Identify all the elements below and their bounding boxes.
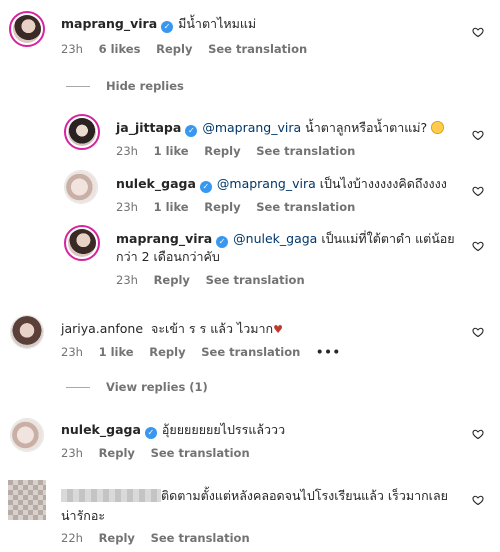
heart-icon[interactable] [472,26,484,38]
heart-icon[interactable] [472,129,484,141]
likes-count[interactable]: 1 like [99,345,134,359]
divider-line [66,86,90,87]
comment-text: อุ้ยยยยยยยไปรรแล้ววว [161,422,286,437]
reply-button[interactable]: Reply [154,273,190,287]
avatar[interactable] [64,225,100,261]
heart-icon[interactable] [472,185,484,197]
comment-text: มีน้ำตาไหมแม่ [178,16,257,31]
hide-replies-button[interactable]: Hide replies [66,79,184,93]
more-icon[interactable]: ••• [316,345,341,359]
see-translation-button[interactable]: See translation [256,144,355,158]
comment-text: น้ำตาลูกหรือน้ำตาแม่? [305,120,428,135]
verified-icon: ✓ [161,21,174,33]
timestamp: 22h [61,531,83,545]
username[interactable]: maprang_vira [116,231,212,246]
verified-icon: ✓ [185,125,198,137]
reply-button[interactable]: Reply [149,345,185,359]
see-translation-button[interactable]: See translation [151,531,250,545]
timestamp: 23h [116,200,138,214]
mention-link[interactable]: @maprang_vira [202,120,301,135]
username[interactable]: jariya.anfone [61,321,143,336]
timestamp: 23h [116,144,138,158]
hide-replies-label[interactable]: Hide replies [106,79,184,93]
username[interactable]: ja_jittapa [116,120,181,135]
see-translation-button[interactable]: See translation [256,200,355,214]
username[interactable]: nulek_gaga [116,176,196,191]
mention-link[interactable]: @nulek_gaga [233,231,317,246]
redacted-username [61,489,161,502]
timestamp: 23h [61,446,83,460]
username[interactable]: nulek_gaga [61,422,141,437]
verified-icon: ✓ [144,427,157,439]
see-translation-button[interactable]: See translation [201,345,300,359]
username[interactable]: maprang_vira [61,16,157,31]
avatar[interactable] [10,315,44,349]
reply-button[interactable]: Reply [99,446,135,460]
likes-count[interactable]: 6 likes [99,42,141,56]
avatar[interactable] [64,170,98,204]
likes-count[interactable]: 1 like [154,144,189,158]
reply-button[interactable]: Reply [99,531,135,545]
heart-icon[interactable] [472,494,484,506]
heart-icon[interactable] [472,240,484,252]
heart-emoji-icon: ♥ [273,323,283,336]
avatar[interactable] [10,418,44,452]
timestamp: 23h [116,273,138,287]
mention-link[interactable]: @maprang_vira [217,176,316,191]
reply-button[interactable]: Reply [204,200,240,214]
see-translation-button[interactable]: See translation [206,273,305,287]
likes-count[interactable]: 1 like [154,200,189,214]
avatar[interactable] [64,114,100,150]
timestamp: 23h [61,42,83,56]
verified-icon: ✓ [216,236,229,248]
see-translation-button[interactable]: See translation [208,42,307,56]
view-replies-button[interactable]: View replies (1) [66,380,208,394]
comment-text: จะเข้า ร ร แล้ว ไวมาก [151,321,274,336]
comment-text: เป็นไงบ้างงงงงคิดถึงงงง [319,176,447,191]
heart-icon[interactable] [472,428,484,440]
divider-line [66,387,90,388]
verified-icon: ✓ [199,181,212,193]
avatar[interactable] [8,480,46,520]
reply-button[interactable]: Reply [156,42,192,56]
reply-button[interactable]: Reply [204,144,240,158]
timestamp: 23h [61,345,83,359]
avatar[interactable] [9,11,45,47]
heart-icon[interactable] [472,326,484,338]
see-translation-button[interactable]: See translation [151,446,250,460]
view-replies-label[interactable]: View replies (1) [106,380,208,394]
grinning-sweat-emoji-icon [431,121,445,134]
